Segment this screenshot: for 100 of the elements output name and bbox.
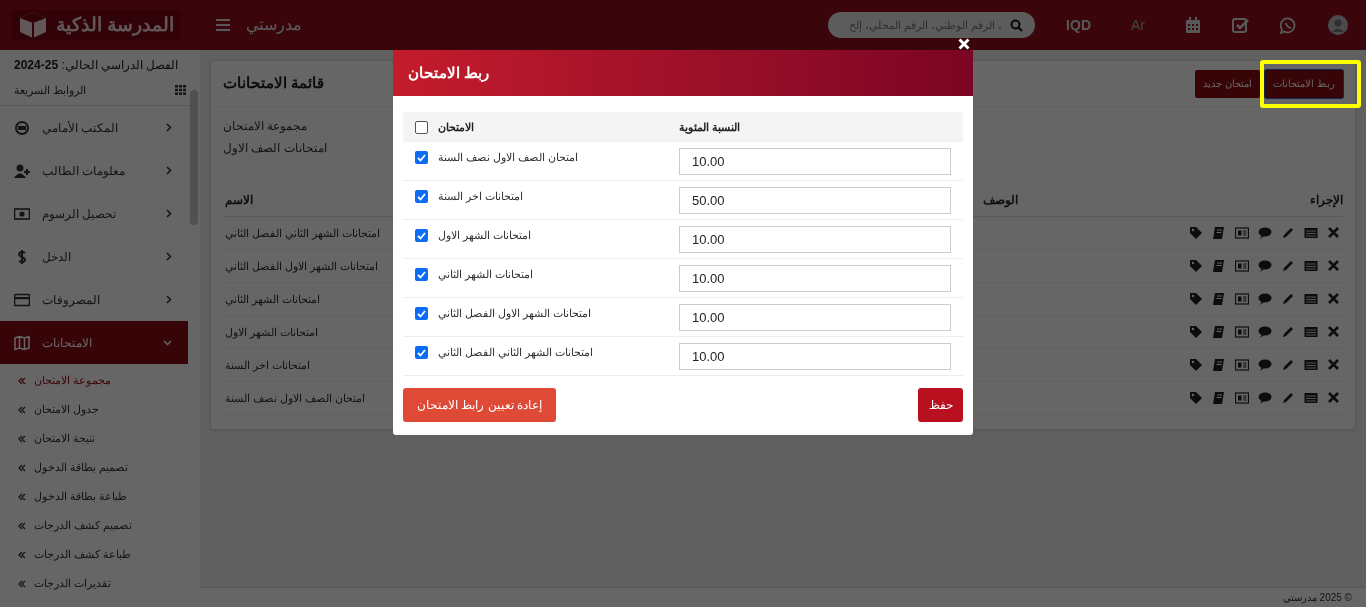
book-icon[interactable] <box>1212 358 1226 372</box>
tag-icon[interactable] <box>1189 391 1203 405</box>
calendar-icon[interactable] <box>1185 16 1201 34</box>
list-icon[interactable] <box>1304 226 1318 240</box>
delete-icon[interactable] <box>1327 391 1341 405</box>
table-cell-text: امتحان الصف الاول نصف السنة <box>225 390 366 407</box>
pencil-icon[interactable] <box>1281 358 1295 372</box>
checkbox[interactable] <box>415 151 428 164</box>
book-icon[interactable] <box>1212 391 1226 405</box>
id-card-icon[interactable] <box>1235 391 1249 405</box>
delete-icon[interactable] <box>1327 259 1341 273</box>
reset-button[interactable]: إعادة تعيين رابط الامتحان <box>403 388 556 422</box>
table-cell-text: امتحانات الشهر الاول <box>225 324 319 341</box>
comment-icon[interactable] <box>1258 226 1272 240</box>
menu-item[interactable]: المصروفات <box>0 278 188 321</box>
comment-icon[interactable] <box>1258 292 1272 306</box>
checkbox[interactable] <box>415 190 428 203</box>
tag-icon[interactable] <box>1189 226 1203 240</box>
submenu-item[interactable]: تقديرات الدرجات <box>0 569 188 598</box>
table-cell-text: امتحانات الشهر الاول الفصل الثاني <box>225 258 379 275</box>
pencil-icon[interactable] <box>1281 226 1295 240</box>
menu-icon[interactable] <box>216 19 230 31</box>
book-icon[interactable] <box>1212 292 1226 306</box>
book-icon[interactable] <box>1212 325 1226 339</box>
pencil-icon[interactable] <box>1281 292 1295 306</box>
credit-card-icon <box>14 291 30 308</box>
action-button[interactable]: امتحان جديد <box>1195 69 1261 98</box>
percentage-field[interactable]: 10.00 <box>679 264 951 292</box>
avatar-icon[interactable] <box>1328 15 1348 35</box>
submenu-item[interactable]: طباعة بطاقة الدخول <box>0 482 188 511</box>
menu-item[interactable]: معلومات الطالب <box>0 149 188 192</box>
currency-selector[interactable]: IQD <box>1066 14 1091 36</box>
book-icon[interactable] <box>1212 259 1226 273</box>
book-icon[interactable] <box>1212 226 1226 240</box>
pencil-icon[interactable] <box>1281 391 1295 405</box>
double-chevron-icon <box>18 434 26 443</box>
app-title: مدرستي <box>246 15 302 36</box>
tag-icon[interactable] <box>1189 325 1203 339</box>
checkbox[interactable] <box>415 268 428 281</box>
tag-icon[interactable] <box>1189 292 1203 306</box>
exam-name: امتحانات الشهر الثاني الفصل الثاني <box>438 346 594 359</box>
submenu-item[interactable]: طباعة كشف الدرجات <box>0 540 188 569</box>
comment-icon[interactable] <box>1258 259 1272 273</box>
id-card-icon[interactable] <box>1235 292 1249 306</box>
delete-icon[interactable] <box>1327 358 1341 372</box>
pencil-icon[interactable] <box>1281 325 1295 339</box>
brand-logo[interactable]: المدرسة الذكية <box>12 10 180 40</box>
percentage-field[interactable]: 50.00 <box>679 186 951 214</box>
menu-item[interactable]: المكتب الأمامي <box>0 106 188 149</box>
footer-copyright: © 2025 مدرستي <box>1282 591 1352 605</box>
id-card-icon[interactable] <box>1235 259 1249 273</box>
submenu-item[interactable]: تصميم كشف الدرجات <box>0 511 188 540</box>
submenu-item[interactable]: جدول الامتحان <box>0 395 188 424</box>
list-icon[interactable] <box>1304 358 1318 372</box>
column-header: النسبة المئوية <box>679 119 741 136</box>
exam-name: امتحان الصف الاول نصف السنة <box>438 151 579 164</box>
id-card-icon[interactable] <box>1235 226 1249 240</box>
delete-icon[interactable] <box>1327 325 1341 339</box>
delete-icon[interactable] <box>1327 226 1341 240</box>
save-button[interactable]: حفظ <box>918 388 963 422</box>
checkbox[interactable] <box>415 307 428 320</box>
percentage-field[interactable]: 10.00 <box>679 303 951 331</box>
menu-item[interactable]: الدخل <box>0 235 188 278</box>
checkbox[interactable] <box>415 346 428 359</box>
id-card-icon[interactable] <box>1235 358 1249 372</box>
comment-icon[interactable] <box>1258 325 1272 339</box>
exam-name: امتحانات الشهر الثاني <box>438 268 534 281</box>
menu-item[interactable]: تحصيل الرسوم <box>0 192 188 235</box>
comment-icon[interactable] <box>1258 358 1272 372</box>
comment-icon[interactable] <box>1258 391 1272 405</box>
double-chevron-icon <box>18 579 26 588</box>
search-icon[interactable] <box>1010 18 1024 32</box>
list-icon[interactable] <box>1304 391 1318 405</box>
chevron-right-icon <box>166 295 172 304</box>
submenu-item[interactable]: نتيجة الامتحان <box>0 424 188 453</box>
submenu-item[interactable]: تصميم بطاقة الدخول <box>0 453 188 482</box>
percentage-field[interactable]: 10.00 <box>679 147 951 175</box>
list-icon[interactable] <box>1304 259 1318 273</box>
whatsapp-icon[interactable] <box>1280 16 1297 34</box>
action-button[interactable]: ربط الامتحانات <box>1265 69 1343 98</box>
table-cell-text: امتحانات اخر السنة <box>225 357 311 374</box>
banknote-icon <box>14 205 30 222</box>
grid-icon[interactable] <box>175 85 186 96</box>
percentage-field[interactable]: 10.00 <box>679 225 951 253</box>
close-icon[interactable] <box>958 38 970 50</box>
checkbox[interactable] <box>415 229 428 242</box>
tag-icon[interactable] <box>1189 259 1203 273</box>
list-icon[interactable] <box>1304 292 1318 306</box>
select-all-checkbox[interactable] <box>415 120 428 134</box>
submenu-item[interactable]: مجموعة الامتحان <box>0 366 188 395</box>
pencil-icon[interactable] <box>1281 259 1295 273</box>
list-icon[interactable] <box>1304 325 1318 339</box>
percentage-field[interactable]: 10.00 <box>679 342 951 370</box>
id-card-icon[interactable] <box>1235 325 1249 339</box>
tag-icon[interactable] <box>1189 358 1203 372</box>
language-selector[interactable]: Ar <box>1131 14 1145 36</box>
checkbox-icon[interactable] <box>1232 16 1249 34</box>
menu-item[interactable]: الامتحانات <box>0 321 188 364</box>
cube-icon <box>17 11 48 39</box>
delete-icon[interactable] <box>1327 292 1341 306</box>
